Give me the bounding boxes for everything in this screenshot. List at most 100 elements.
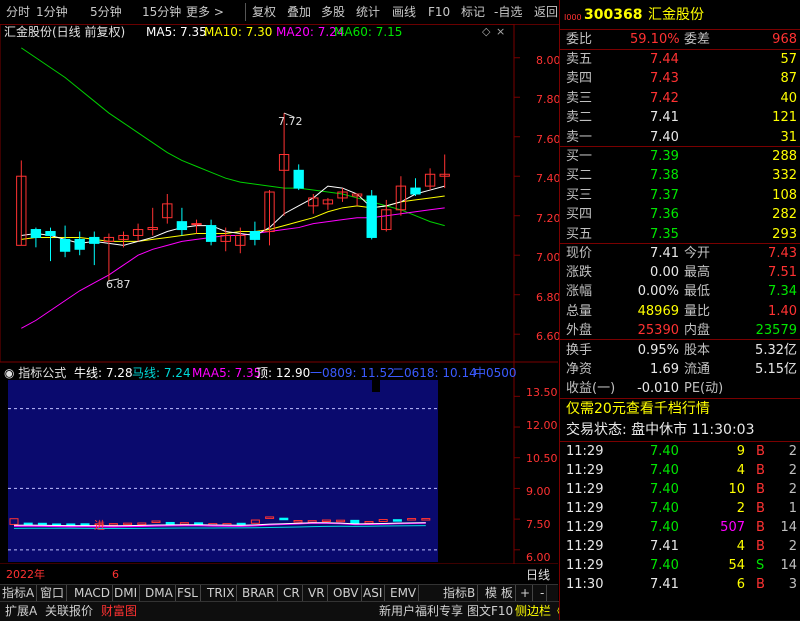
kline-chart-area[interactable]: 汇金股份(日线 前复权) MA5: 7.35 MA10: 7.30 MA20: … [0,24,561,582]
ask-label: 卖二 [566,110,593,126]
tick-direction: B [756,539,765,554]
tab-indicator-a[interactable]: 指标A [0,585,38,601]
toolbar-adjust[interactable]: 复权 [252,3,276,21]
tab-asi[interactable]: ASI [361,585,386,601]
tick-time: 11:29 [566,520,604,535]
indicator-candle [279,517,289,521]
tab-vr[interactable]: VR [306,585,328,601]
tick-time: 11:29 [566,539,604,554]
bid-price: 7.38 [650,168,679,184]
tick-row: 11:29 7.40 54 S 14 [560,556,800,575]
toolbar-overlay[interactable]: 叠加 [287,3,311,21]
tick-volume: 54 [728,558,745,573]
tick-count: 14 [780,520,797,535]
tab-emv[interactable]: EMV [388,585,420,601]
tab-brar[interactable]: BRAR [240,585,278,601]
tab-dmi[interactable]: DMI [112,585,141,601]
tick-price: 7.40 [650,463,679,478]
diamond-icon[interactable]: ◇ [482,25,490,39]
tick-row: 11:29 7.40 2 B 1 [560,499,800,518]
tab-template[interactable]: 模 板 [483,585,516,601]
tab-expand-a[interactable]: 扩展A [2,603,40,620]
y-tick: 13.50 [526,386,558,399]
toolbar-5min[interactable]: 5分钟 [90,3,122,21]
ask-row: 卖四 7.43 87 [560,69,800,88]
tick-volume: 2 [736,501,745,516]
tick-direction: B [756,482,765,497]
ask-label: 卖四 [566,71,593,87]
toolbar-back[interactable]: 返回 [534,3,558,21]
stat-value: 5.15亿 [755,362,797,377]
toolbar-mark[interactable]: 标记 [461,3,485,21]
indicator-candle [392,519,402,522]
ask-price: 7.40 [650,129,679,145]
tab-wealth-chart[interactable]: 财富图 [98,603,140,620]
stat-label: 现价 [566,246,593,261]
ask-price: 7.44 [650,52,679,67]
tick-time: 11:29 [566,463,604,478]
candle-body [366,195,377,238]
stat-row: 涨跌 0.00 最高 7.51 [560,263,800,282]
ask-label: 卖三 [566,90,593,106]
indicator-candle [37,522,47,526]
tab-related-quote[interactable]: 关联报价 [42,603,96,620]
y-tick: 7.40 [536,172,561,185]
tick-time: 11:29 [566,444,604,459]
tab-obv[interactable]: OBV [331,585,362,601]
ask-row: 卖一 7.40 31 [560,128,800,147]
ask-price: 7.42 [650,90,679,106]
stat-row: 收益(一) -0.010 PE(动) [560,379,800,398]
indicator-candle [194,522,204,525]
tick-direction: B [756,520,765,535]
promo-row[interactable]: 仅需20元查看千档行情 [560,400,800,419]
date-year: 2022年 [6,568,45,581]
tick-price: 7.40 [650,444,679,459]
kline-chart[interactable] [0,24,558,564]
toolbar-intraday[interactable]: 分时 [6,3,30,21]
tab-f10-text[interactable]: 图文F10 [464,603,516,620]
stat-label: 外盘 [566,322,593,338]
weibi-value: 59.10% [630,32,680,47]
toolbar-multi[interactable]: 多股 [321,3,345,21]
promo-text[interactable]: 仅需20元查看千档行情 [566,400,710,419]
tab-indicator-b[interactable]: 指标B [441,585,479,601]
tab-cr[interactable]: CR [281,585,303,601]
tick-price: 7.40 [650,482,679,497]
new-user-promo[interactable]: 新用户福利专享 [376,603,466,620]
tab-fsl[interactable]: FSL [175,585,201,601]
tab-window[interactable]: 窗口 [38,585,68,601]
sidebar-toggle[interactable]: 侧边栏《 [512,603,566,620]
tab-dma[interactable]: DMA [143,585,176,601]
bid-row: 买四 7.36 282 [560,205,800,224]
toolbar-1min[interactable]: 1分钟 [36,3,68,21]
toolbar-f10[interactable]: F10 [428,3,450,21]
weicha-value: 968 [772,32,797,47]
toolbar-15min[interactable]: 15分钟 [142,3,181,21]
bid-volume: 293 [772,226,797,242]
period-label[interactable]: 日线 [526,568,550,582]
stat-label: 换手 [566,343,593,358]
tab-trix[interactable]: TRIX [205,585,238,601]
ask-volume: 121 [772,110,797,126]
stat-row: 换手 0.95% 股本 5.32亿 [560,341,800,360]
toolbar-watchlist[interactable]: -自选 [494,3,522,21]
tab-add[interactable]: + [518,585,534,601]
close-icon[interactable]: × [496,25,505,39]
bid-row: 买二 7.38 332 [560,166,800,185]
tick-time: 11:29 [566,482,604,497]
tick-count: 2 [788,482,797,497]
toolbar-draw[interactable]: 画线 [392,3,416,21]
tick-volume: 6 [736,577,745,592]
stat-value: 7.43 [768,246,797,261]
ma60-legend: MA60: 7.15 [334,25,403,39]
tab-remove[interactable]: - [538,585,548,601]
tab-macd[interactable]: MACD [72,585,113,601]
toolbar-stats[interactable]: 统计 [356,3,380,21]
stat-label: 流通 [684,362,711,377]
toolbar-more[interactable]: 更多 > [186,3,224,21]
bid-label: 买一 [566,149,593,164]
stat-row: 净资 1.69 流通 5.15亿 [560,360,800,379]
bid-label: 买四 [566,207,593,223]
bid-row: 买一 7.39 288 [560,147,800,166]
stock-chart-label: 汇金股份(日线 前复权) [4,25,126,39]
